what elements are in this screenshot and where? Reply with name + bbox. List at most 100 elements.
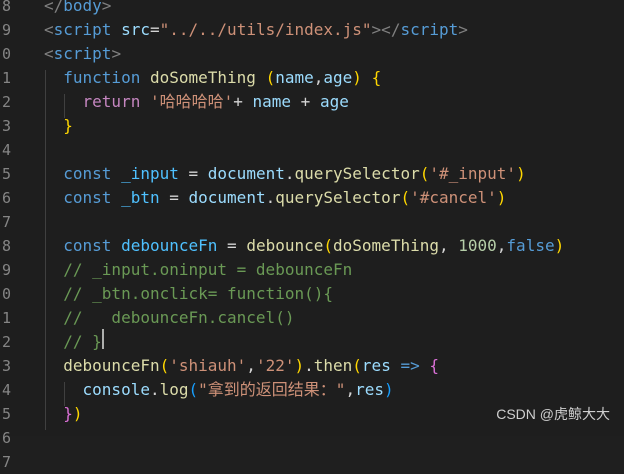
code-token: } bbox=[63, 116, 73, 135]
code-token: , bbox=[313, 68, 324, 87]
code-token: , bbox=[438, 236, 459, 255]
code-token: name bbox=[252, 92, 292, 111]
code-token: src bbox=[121, 20, 150, 39]
code-token: > bbox=[101, 0, 112, 15]
code-editor[interactable]: 89012345678901234567 </body> <script src=… bbox=[0, 0, 624, 471]
code-token: debounceFn bbox=[63, 356, 160, 375]
line-number: 4 bbox=[2, 141, 12, 159]
line-number: 2 bbox=[2, 333, 12, 351]
code-line: // debounceFn.cancel() bbox=[44, 306, 294, 330]
code-token: ( bbox=[400, 188, 411, 207]
code-token: = bbox=[159, 188, 189, 207]
line-number: 0 bbox=[2, 45, 12, 63]
code-token: ) bbox=[554, 236, 565, 255]
line-number: 9 bbox=[2, 261, 12, 279]
code-token: const bbox=[63, 236, 112, 255]
code-token: { bbox=[371, 68, 382, 87]
code-token: ( bbox=[352, 356, 362, 375]
code-token: age bbox=[319, 92, 349, 111]
code-token: + bbox=[233, 92, 253, 111]
code-token: ( bbox=[188, 380, 199, 399]
code-token: ) bbox=[352, 68, 362, 87]
code-token: doSomeThing bbox=[149, 68, 256, 87]
code-token: const bbox=[63, 188, 112, 207]
line-number: 7 bbox=[2, 213, 12, 231]
code-token: = bbox=[217, 236, 247, 255]
code-line: // _input.oninput = debounceFn bbox=[44, 258, 352, 282]
code-token: { bbox=[429, 356, 440, 375]
code-token: body bbox=[63, 0, 102, 15]
line-number: 6 bbox=[2, 189, 12, 207]
line-number: 5 bbox=[2, 165, 12, 183]
code-token: . bbox=[265, 188, 276, 207]
code-token: querySelector bbox=[275, 188, 401, 207]
code-token: // } bbox=[63, 332, 102, 351]
line-number: 1 bbox=[2, 309, 12, 327]
code-token: debounce bbox=[246, 236, 324, 255]
code-line: } bbox=[44, 114, 73, 138]
code-token: ) bbox=[294, 356, 305, 375]
code-token: ( bbox=[265, 68, 276, 87]
code-token: age bbox=[323, 68, 353, 87]
code-token: ( bbox=[159, 356, 170, 375]
code-token: ( bbox=[419, 164, 430, 183]
code-token: + bbox=[291, 92, 320, 111]
code-line: return '哈哈哈哈'+ name + age bbox=[44, 90, 349, 114]
code-token: = bbox=[178, 164, 208, 183]
code-token: res bbox=[361, 356, 391, 375]
line-number: 6 bbox=[2, 429, 12, 447]
code-token: _btn bbox=[121, 188, 160, 207]
code-line: console.log("拿到的返回结果：",res) bbox=[44, 378, 394, 402]
code-token: script bbox=[53, 44, 112, 63]
code-token: < bbox=[44, 20, 54, 39]
line-number: 2 bbox=[2, 93, 12, 111]
code-token: script bbox=[53, 20, 112, 39]
code-token: // _btn.onclick= function(){ bbox=[63, 284, 333, 303]
line-number: 8 bbox=[2, 0, 12, 15]
code-line: <script> bbox=[44, 42, 121, 66]
code-token: "../../utils/index.js" bbox=[159, 20, 372, 39]
line-number: 4 bbox=[2, 381, 12, 399]
code-token: "拿到的返回结果：" bbox=[198, 380, 346, 399]
code-token: return bbox=[82, 92, 141, 111]
code-token: } bbox=[63, 404, 73, 423]
code-token: ) bbox=[383, 380, 394, 399]
code-token: . bbox=[304, 356, 314, 375]
code-token: ) bbox=[72, 404, 83, 423]
code-line: const debounceFn = debounce(doSomeThing,… bbox=[44, 234, 564, 258]
line-number: 5 bbox=[2, 405, 12, 423]
code-token: '哈哈哈哈' bbox=[149, 92, 234, 111]
code-token: debounceFn bbox=[121, 236, 218, 255]
code-line: const _btn = document.querySelector('#ca… bbox=[44, 186, 506, 210]
code-token: => bbox=[400, 356, 420, 375]
code-line: const _input = document.querySelector('#… bbox=[44, 162, 526, 186]
code-token: . bbox=[149, 380, 160, 399]
code-token: ) bbox=[516, 164, 526, 183]
code-token: res bbox=[355, 380, 384, 399]
line-number: 3 bbox=[2, 357, 12, 375]
code-line: </body> bbox=[44, 0, 111, 18]
code-token: name bbox=[275, 68, 314, 87]
code-token: , bbox=[496, 236, 507, 255]
code-token: function bbox=[63, 68, 141, 87]
code-token: document bbox=[188, 188, 266, 207]
